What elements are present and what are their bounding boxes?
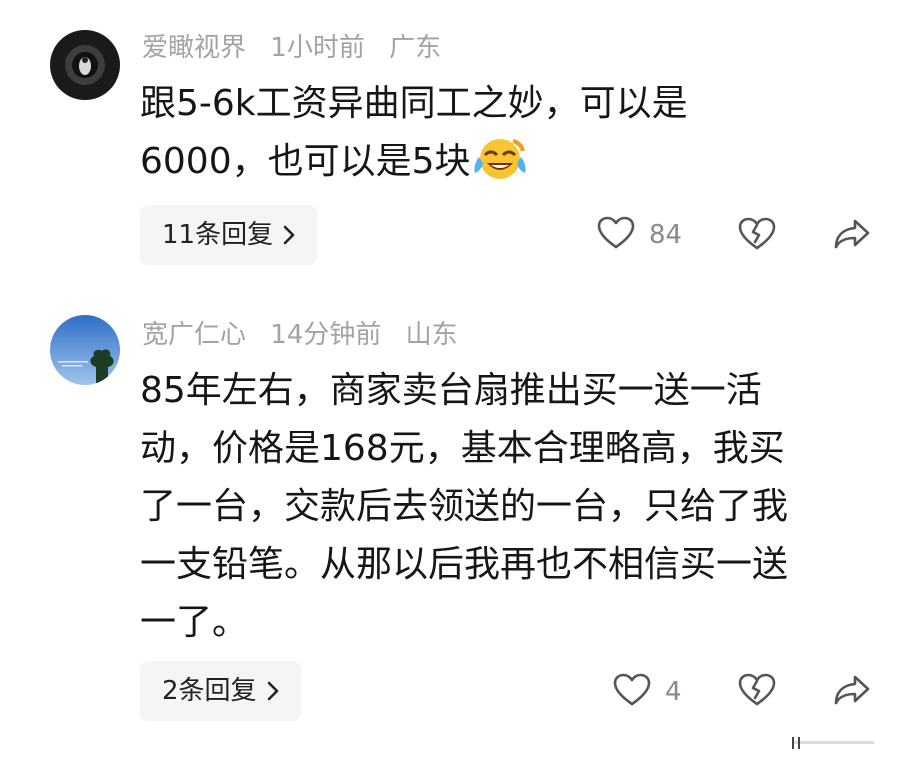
like-count: 84 <box>649 220 683 250</box>
laughing-crying-emoji-icon <box>473 135 527 199</box>
comment-text-line: 85年左右，商家卖台扇推出买一送一活 <box>140 370 762 411</box>
reply-count-label: 11条回复 <box>162 220 274 250</box>
like-button[interactable]: 4 <box>613 673 682 711</box>
comment-text-line: 6000，也可以是5块 <box>140 133 880 199</box>
avatar[interactable] <box>50 30 120 100</box>
view-replies-button[interactable]: 11条回复 <box>140 205 318 267</box>
comment-time: 14分钟前 <box>270 320 382 350</box>
share-arrow-icon <box>833 674 871 710</box>
reply-count-label: 2条回复 <box>162 676 257 706</box>
avatar[interactable] <box>50 315 120 385</box>
like-button[interactable]: 84 <box>597 216 682 254</box>
comment-meta: 宽广仁心 14分钟前 山东 <box>142 320 474 350</box>
share-button[interactable] <box>833 674 871 710</box>
comment-meta: 爱瞰视界 1小时前 广东 <box>142 33 457 63</box>
comment-location: 山东 <box>405 320 458 350</box>
broken-heart-icon <box>738 217 776 255</box>
comment-text-line: 动，价格是168元，基本合理略高，我买 <box>140 428 785 469</box>
comment-text-line: 跟5-6k工资异曲同工之妙，可以是 <box>140 83 688 124</box>
comment-location: 广东 <box>389 33 442 63</box>
comment-text: 85年左右，商家卖台扇推出买一送一活 动，价格是168元，基本合理略高，我买 了… <box>140 362 880 652</box>
heart-outline-icon <box>597 216 635 254</box>
scroll-indicator[interactable] <box>788 733 878 753</box>
dislike-button[interactable] <box>738 217 776 255</box>
chevron-right-icon <box>267 663 279 723</box>
username[interactable]: 爱瞰视界 <box>142 33 246 63</box>
comment-text-line: 了一台，交款后去领送的一台，只给了我 <box>140 486 789 527</box>
share-arrow-icon <box>833 218 871 254</box>
comment-text: 跟5-6k工资异曲同工之妙，可以是 6000，也可以是5块 <box>140 75 880 199</box>
comment-text-line: 一了。 <box>140 602 249 643</box>
comment-text-line-content: 6000，也可以是5块 <box>140 141 471 182</box>
comment-time: 1小时前 <box>270 33 365 63</box>
chevron-right-icon <box>283 207 295 267</box>
comment-text-line: 一支铅笔。从那以后我再也不相信买一送 <box>140 544 789 585</box>
username[interactable]: 宽广仁心 <box>142 320 246 350</box>
view-replies-button[interactable]: 2条回复 <box>140 661 301 721</box>
like-count: 4 <box>665 677 682 707</box>
broken-heart-icon <box>738 673 776 711</box>
share-button[interactable] <box>833 218 871 254</box>
heart-outline-icon <box>613 673 651 711</box>
dislike-button[interactable] <box>738 673 776 711</box>
